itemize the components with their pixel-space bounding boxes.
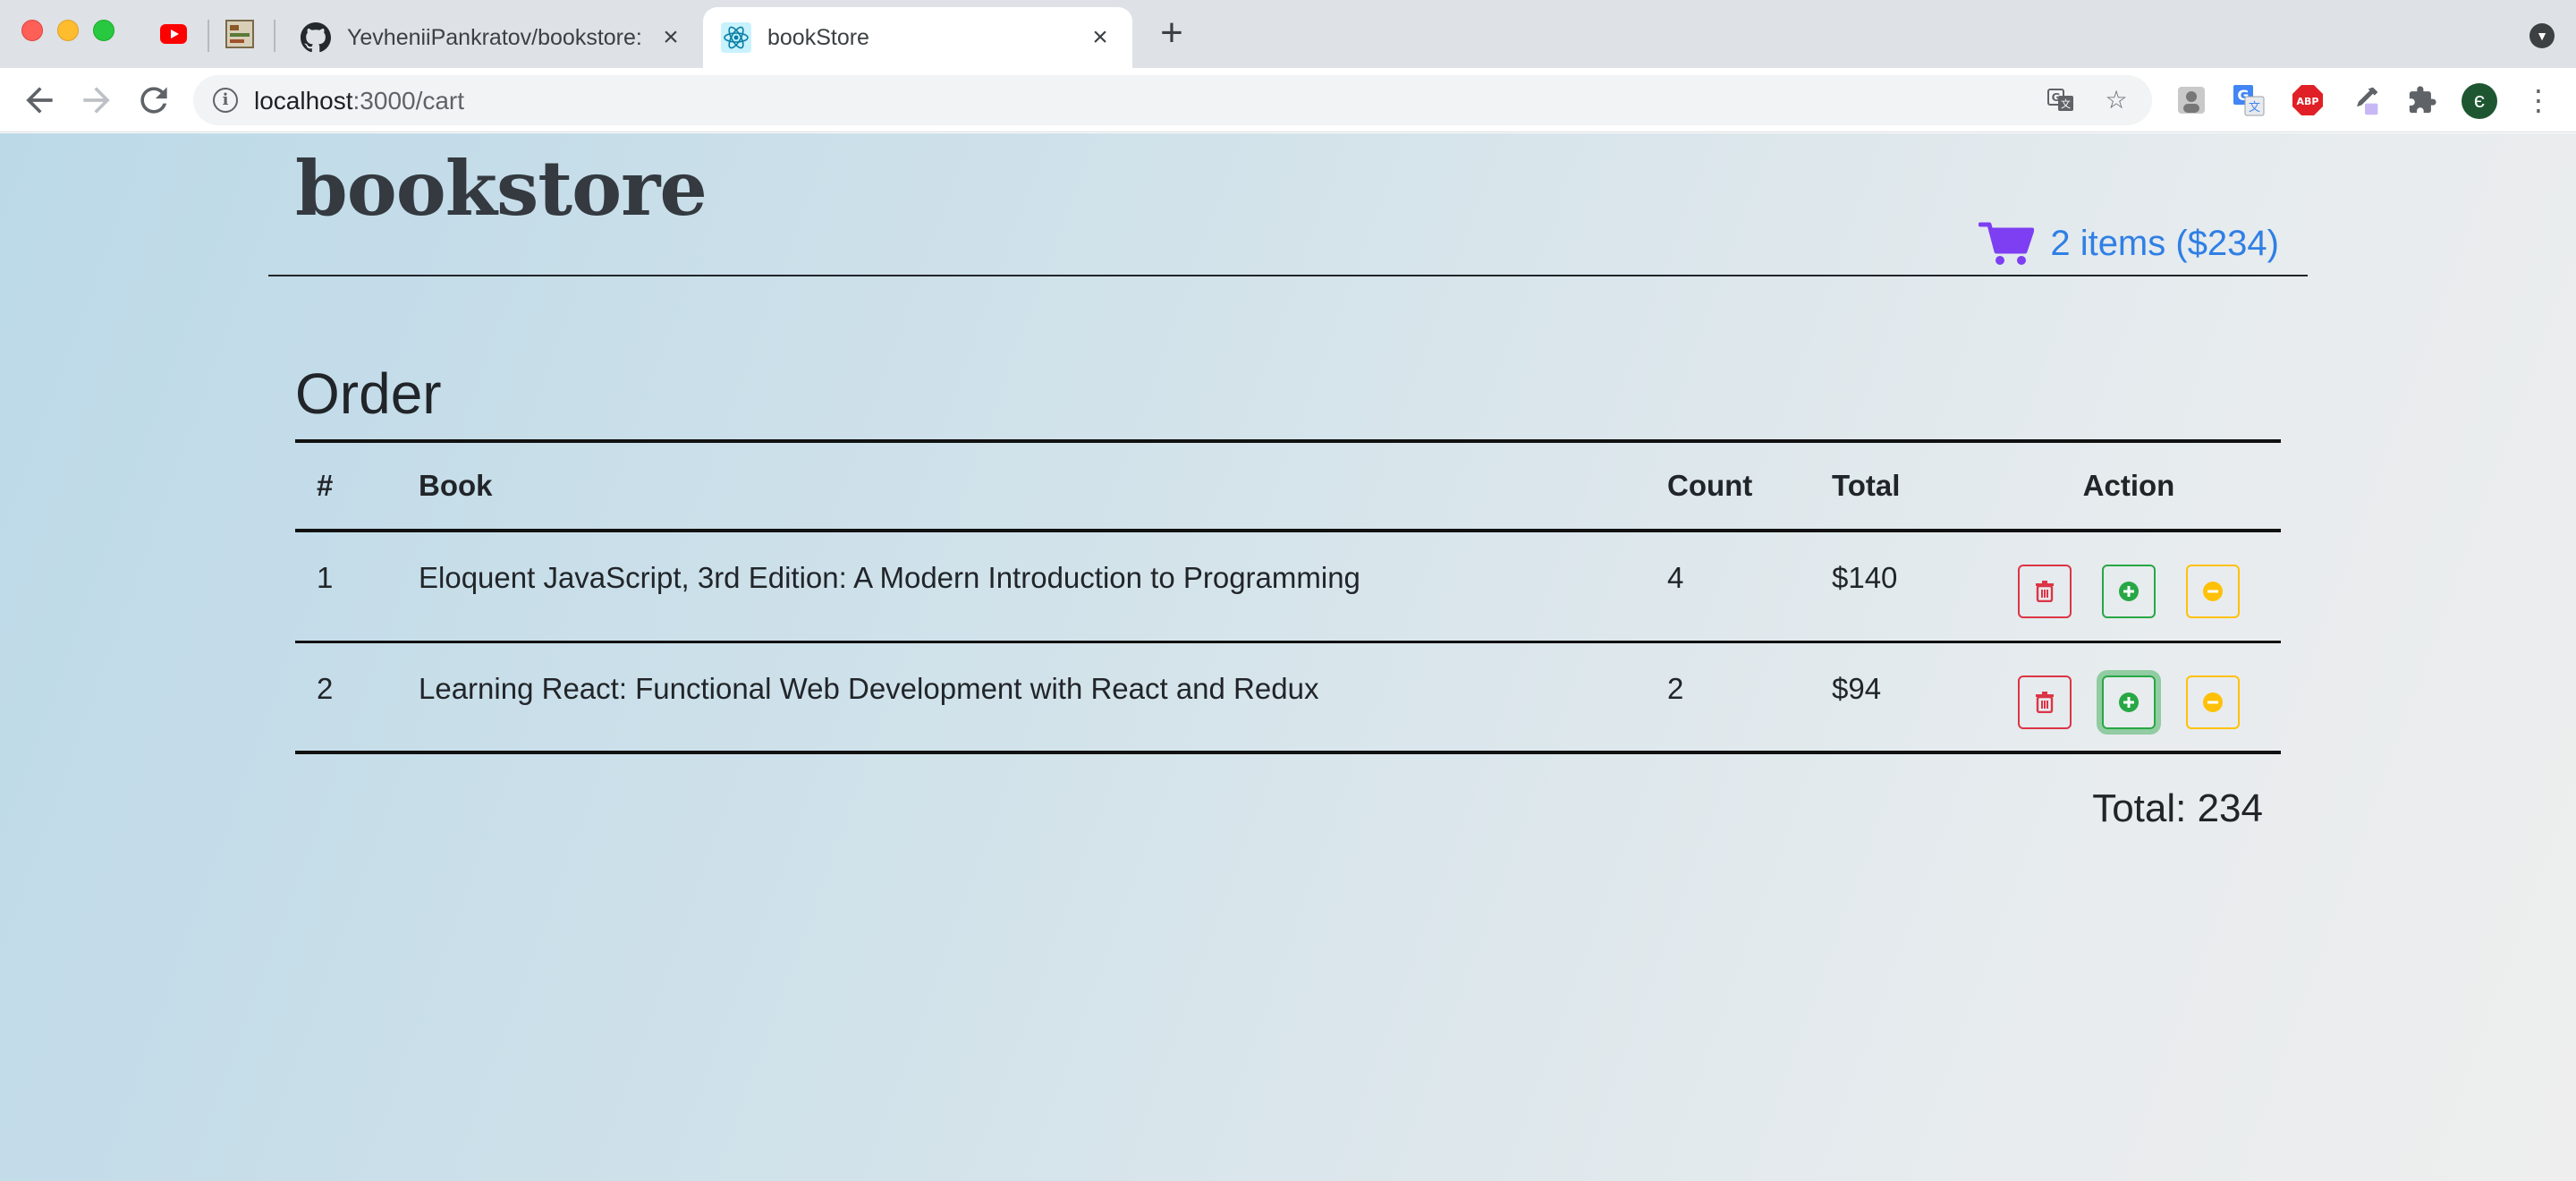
- google-translate-extension-icon[interactable]: G文: [2233, 84, 2265, 116]
- increase-count-button[interactable]: [2102, 565, 2156, 618]
- url-text: localhost:3000/cart: [254, 87, 464, 115]
- table-row: 1 Eloquent JavaScript, 3rd Edition: A Mo…: [295, 531, 2281, 643]
- url-path: :3000/cart: [352, 87, 465, 115]
- react-icon: [721, 22, 751, 53]
- extensions-puzzle-icon[interactable]: [2406, 84, 2438, 116]
- browser-toolbar: i localhost:3000/cart G文 ☆ G文 ABP є ⋮: [0, 68, 2576, 132]
- svg-text:文: 文: [2249, 101, 2260, 115]
- tab-bookstore[interactable]: bookStore ×: [703, 7, 1132, 68]
- row-total: $140: [1810, 531, 1977, 643]
- browser-titlebar: YevheniiPankratov/bookstore: I × bookSto…: [0, 0, 2576, 68]
- github-icon: [301, 22, 331, 53]
- column-header-book: Book: [397, 439, 1646, 532]
- table-header-row: # Book Count Total Action: [295, 439, 2281, 532]
- tab-title: bookStore: [767, 24, 869, 50]
- cart-summary-text: 2 items ($234): [2050, 223, 2279, 263]
- trash-icon: [2036, 581, 2054, 602]
- tab-close-icon[interactable]: ×: [1086, 24, 1114, 51]
- url-host: localhost: [254, 87, 353, 115]
- site-header: bookstore 2 items ($234): [268, 133, 2308, 276]
- translate-icon[interactable]: G文: [2046, 86, 2075, 115]
- row-total: $94: [1810, 641, 1977, 754]
- page-content: bookstore 2 items ($234) Order # Book Co…: [0, 133, 2576, 1181]
- forward-arrow-icon[interactable]: [77, 81, 116, 120]
- browser-menu-icon[interactable]: ⋮: [2524, 82, 2553, 118]
- extension-avatar-icon[interactable]: [2175, 84, 2207, 116]
- youtube-icon: [160, 24, 187, 44]
- decrease-count-button[interactable]: [2186, 565, 2240, 618]
- row-book-title: Learning React: Functional Web Developme…: [397, 641, 1646, 754]
- image-thumbnail-icon: [225, 20, 254, 48]
- table-row: 2 Learning React: Functional Web Develop…: [295, 641, 2281, 754]
- profile-avatar[interactable]: є: [2462, 83, 2497, 119]
- shopping-cart-icon: [1979, 222, 2035, 265]
- row-book-title: Eloquent JavaScript, 3rd Edition: A Mode…: [397, 531, 1646, 643]
- brand-logo[interactable]: bookstore: [295, 144, 708, 233]
- bookmark-star-icon[interactable]: ☆: [2102, 86, 2131, 115]
- minus-circle-icon: [2203, 692, 2223, 712]
- tab-title: YevheniiPankratov/bookstore: I: [347, 24, 640, 50]
- plus-circle-icon: [2119, 692, 2139, 712]
- adblock-plus-icon[interactable]: ABP: [2292, 84, 2324, 116]
- tab-search-chevron-icon[interactable]: ▼: [2529, 23, 2555, 48]
- row-number: 2: [295, 641, 397, 754]
- eyedropper-extension-icon[interactable]: [2349, 84, 2381, 116]
- site-info-icon[interactable]: i: [213, 88, 238, 113]
- row-count: 2: [1646, 641, 1810, 754]
- row-count: 4: [1646, 531, 1810, 643]
- back-arrow-icon[interactable]: [20, 81, 59, 120]
- increase-count-button[interactable]: [2102, 675, 2156, 729]
- tab-close-icon[interactable]: ×: [657, 24, 685, 51]
- delete-item-button[interactable]: [2018, 675, 2072, 729]
- row-number: 1: [295, 531, 397, 643]
- tab-separator: [274, 20, 275, 52]
- order-table: # Book Count Total Action 1 Eloquent Jav…: [295, 439, 2281, 754]
- pinned-tab-image[interactable]: [224, 18, 256, 50]
- column-header-total: Total: [1810, 439, 1977, 532]
- tab-github[interactable]: YevheniiPankratov/bookstore: I ×: [283, 7, 703, 68]
- row-actions: [1977, 641, 2281, 754]
- reload-icon[interactable]: [134, 81, 174, 120]
- tab-separator: [208, 20, 209, 52]
- window-maximize-button[interactable]: [93, 20, 114, 41]
- column-header-num: #: [295, 439, 397, 532]
- minus-circle-icon: [2203, 582, 2223, 601]
- order-grand-total: Total: 234: [2092, 786, 2263, 830]
- address-bar[interactable]: i localhost:3000/cart G文 ☆: [193, 75, 2152, 125]
- delete-item-button[interactable]: [2018, 565, 2072, 618]
- row-actions: [1977, 531, 2281, 643]
- pinned-tab-youtube[interactable]: [157, 18, 190, 50]
- window-minimize-button[interactable]: [57, 20, 79, 41]
- plus-circle-icon: [2119, 582, 2139, 601]
- svg-text:文: 文: [2061, 98, 2071, 110]
- new-tab-button[interactable]: +: [1154, 13, 1190, 53]
- column-header-count: Count: [1646, 439, 1810, 532]
- window-close-button[interactable]: [21, 20, 43, 41]
- decrease-count-button[interactable]: [2186, 675, 2240, 729]
- trash-icon: [2036, 691, 2054, 713]
- column-header-action: Action: [1977, 439, 2281, 532]
- order-title: Order: [295, 361, 442, 426]
- svg-text:ABP: ABP: [2297, 96, 2319, 107]
- cart-summary-link[interactable]: 2 items ($234): [1979, 219, 2279, 268]
